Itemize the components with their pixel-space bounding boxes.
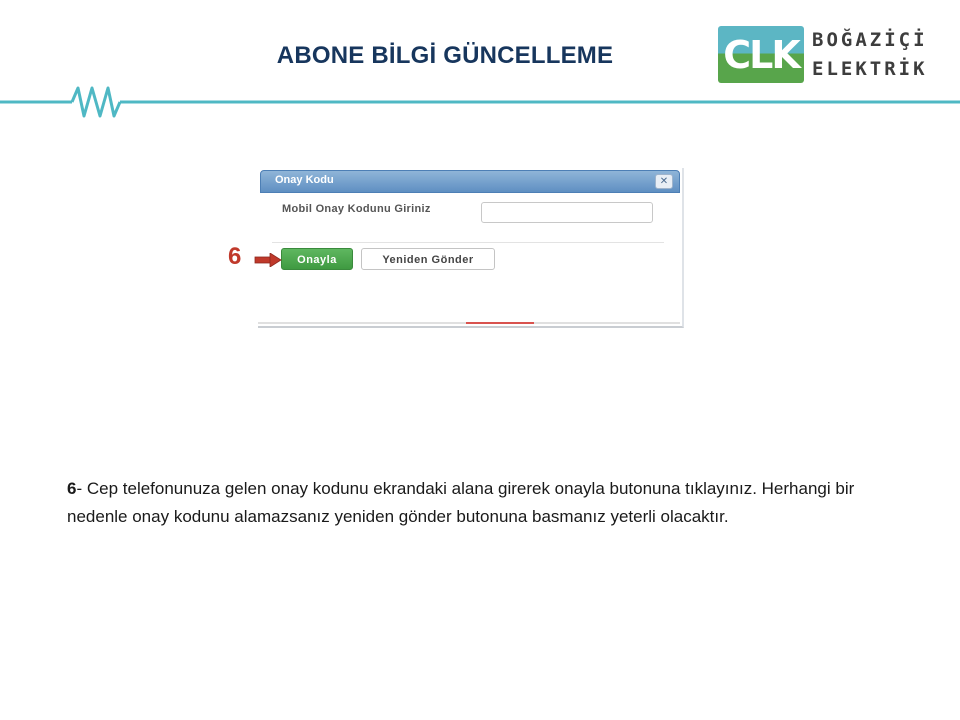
page-title: ABONE BİLGİ GÜNCELLEME bbox=[276, 42, 614, 69]
resend-button[interactable]: Yeniden Gönder bbox=[361, 248, 495, 270]
approve-button[interactable]: Onayla bbox=[281, 248, 353, 270]
wave-icon bbox=[70, 86, 122, 118]
header-divider bbox=[0, 86, 960, 118]
right-arrow-icon bbox=[254, 253, 282, 267]
verification-code-input[interactable] bbox=[481, 202, 653, 223]
company-logo: CLK BOĞAZİÇİ ELEKTRİK bbox=[718, 26, 950, 86]
dialog-title: Onay Kodu bbox=[275, 174, 334, 186]
code-field-label: Mobil Onay Kodunu Giriniz bbox=[282, 203, 431, 215]
dialog-header: Onay Kodu ✕ bbox=[260, 170, 680, 193]
logo-line-1: BOĞAZİÇİ bbox=[812, 29, 928, 51]
logo-line-2: ELEKTRİK bbox=[812, 58, 928, 80]
step-number-marker: 6 bbox=[228, 243, 242, 270]
logo-mark: CLK bbox=[718, 26, 804, 83]
verification-dialog-screenshot: Onay Kodu ✕ Mobil Onay Kodunu Giriniz On… bbox=[258, 168, 684, 328]
close-icon[interactable]: ✕ bbox=[655, 174, 673, 189]
instruction-text: 6- Cep telefonunuza gelen onay kodunu ek… bbox=[67, 475, 907, 531]
logo-mark-text: CLK bbox=[723, 33, 801, 77]
dialog-divider bbox=[272, 242, 664, 243]
instruction-body: - Cep telefonunuza gelen onay kodunu ekr… bbox=[67, 479, 855, 526]
dialog-bottom-accent bbox=[466, 322, 534, 324]
